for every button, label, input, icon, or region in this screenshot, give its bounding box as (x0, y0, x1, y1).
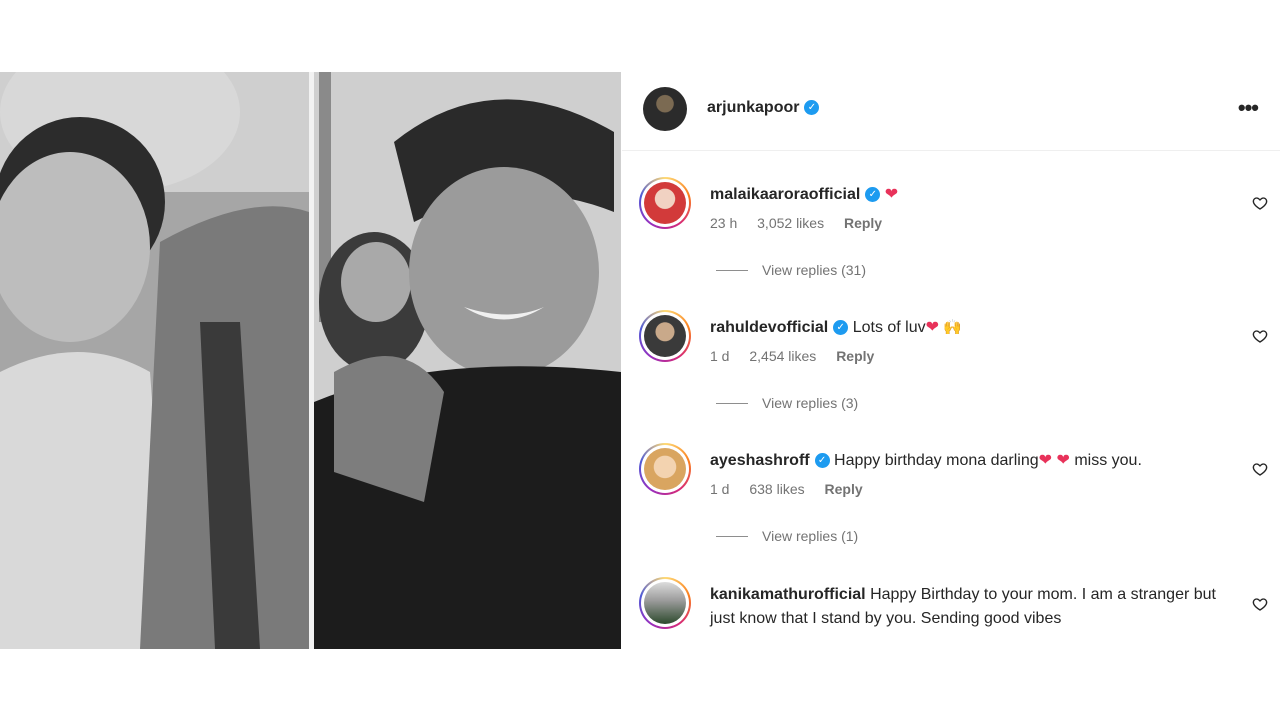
author-info: arjunkapoor ✓ (707, 99, 820, 117)
view-replies-label: View replies (31) (762, 262, 867, 278)
comment-likes[interactable]: 3,052 likes (757, 215, 824, 231)
commenter-avatar[interactable] (639, 310, 691, 362)
like-heart-icon[interactable] (1252, 461, 1268, 477)
author-username[interactable]: arjunkapoor (707, 99, 799, 116)
verified-icon: ✓ (865, 187, 881, 203)
commenter-avatar[interactable] (639, 443, 691, 495)
verified-icon: ✓ (814, 453, 830, 469)
author-avatar[interactable] (643, 87, 687, 131)
heart-emoji: ❤ (884, 186, 899, 203)
photo-left-art (0, 72, 309, 649)
reply-button[interactable]: Reply (836, 348, 874, 364)
comment-text: malaikaaroraofficial ✓ ❤ (710, 183, 1230, 207)
divider-line (716, 535, 748, 537)
commenter-username[interactable]: malaikaaroraofficial (710, 186, 860, 203)
view-replies-link[interactable]: View replies (3) (716, 395, 858, 411)
post-photo-left[interactable] (0, 72, 309, 649)
comment-likes[interactable]: 638 likes (749, 481, 804, 497)
view-replies-link[interactable]: View replies (1) (716, 528, 858, 544)
heart-emoji: ❤ (925, 319, 940, 336)
like-heart-icon[interactable] (1252, 328, 1268, 344)
comment-time: 1 d (710, 481, 730, 497)
verified-icon: ✓ (804, 100, 820, 116)
reply-button[interactable]: Reply (825, 481, 863, 497)
post-photo-right[interactable] (314, 72, 621, 649)
comment-text: kanikamathurofficial Happy Birthday to y… (710, 583, 1230, 631)
like-heart-icon[interactable] (1252, 195, 1268, 211)
heart-emoji: ❤ ❤ (1038, 452, 1070, 469)
view-replies-label: View replies (3) (762, 395, 859, 411)
view-replies-link[interactable]: View replies (31) (716, 262, 866, 278)
instagram-post: arjunkapoor ✓ ••• malaikaaroraofficial ✓ ❤… (0, 72, 1280, 649)
comment-text: ayeshashroff ✓ Happy birthday mona darlin… (710, 449, 1230, 473)
commenter-username[interactable]: rahuldevofficial (710, 319, 828, 336)
like-heart-icon[interactable] (1252, 596, 1268, 612)
comment-time: 1 d (710, 348, 730, 364)
post-panel: arjunkapoor ✓ ••• malaikaaroraofficial ✓ ❤… (622, 72, 1280, 649)
comment-time: 23 h (710, 215, 738, 231)
commenter-username[interactable]: ayeshashroff (710, 452, 810, 469)
more-horizontal-icon[interactable]: ••• (1238, 97, 1259, 119)
comment-body: Happy birthday mona darling (834, 452, 1039, 469)
commenter-username[interactable]: kanikamathurofficial (710, 586, 866, 603)
comment-likes[interactable]: 2,454 likes (749, 348, 816, 364)
comment-meta: 1 d 2,454 likes Reply (710, 348, 890, 364)
divider-line (716, 269, 748, 271)
comment-text: rahuldevofficial ✓ Lots of luv❤ 🙌 (710, 316, 1230, 340)
divider-line (716, 402, 748, 404)
photo-right-art (314, 72, 621, 649)
comment-meta: 23 h 3,052 likes Reply (710, 215, 898, 231)
view-replies-label: View replies (1) (762, 528, 859, 544)
comment-body: Lots of luv (852, 319, 926, 336)
post-header: arjunkapoor ✓ ••• (622, 72, 1280, 151)
verified-icon: ✓ (833, 320, 849, 336)
reply-button[interactable]: Reply (844, 215, 882, 231)
commenter-avatar[interactable] (639, 177, 691, 229)
commenter-avatar[interactable] (639, 577, 691, 629)
comment-body-end: miss you. (1074, 452, 1142, 469)
raising-hands-emoji: 🙌 (943, 319, 962, 336)
comment-meta: 1 d 638 likes Reply (710, 481, 879, 497)
